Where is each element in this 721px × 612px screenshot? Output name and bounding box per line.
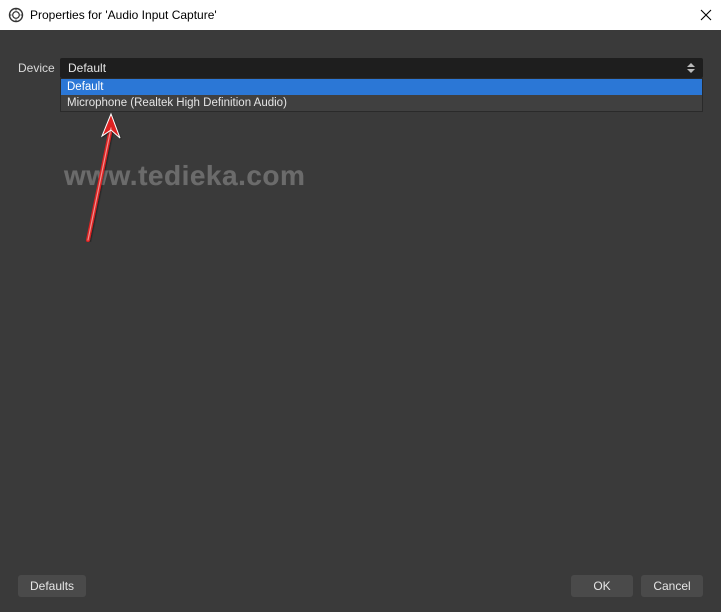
properties-window: Properties for 'Audio Input Capture' Dev… [0,0,721,612]
app-icon [8,7,24,23]
defaults-button[interactable]: Defaults [18,575,86,597]
watermark: www.tedieka.com [64,160,305,192]
titlebar: Properties for 'Audio Input Capture' [0,0,721,30]
device-select-wrap: Default Default Microphone (Realtek High… [60,58,703,78]
device-label: Device [18,61,60,75]
device-select[interactable]: Default [60,58,703,78]
device-dropdown: Default Microphone (Realtek High Definit… [60,78,703,112]
button-bar: Defaults OK Cancel [0,568,721,612]
annotation-arrow [78,112,128,245]
window-title: Properties for 'Audio Input Capture' [30,8,217,22]
dropdown-caret-icon [684,58,698,78]
device-select-value: Default [68,61,106,75]
device-option-microphone[interactable]: Microphone (Realtek High Definition Audi… [61,95,702,111]
content-area: Device Default Default Microphone (Realt… [0,30,721,568]
device-row: Device Default Default Microphone (Realt… [18,58,703,78]
cancel-button[interactable]: Cancel [641,575,703,597]
ok-button[interactable]: OK [571,575,633,597]
device-option-default[interactable]: Default [61,79,702,95]
close-icon [700,9,712,21]
close-button[interactable] [697,6,715,24]
